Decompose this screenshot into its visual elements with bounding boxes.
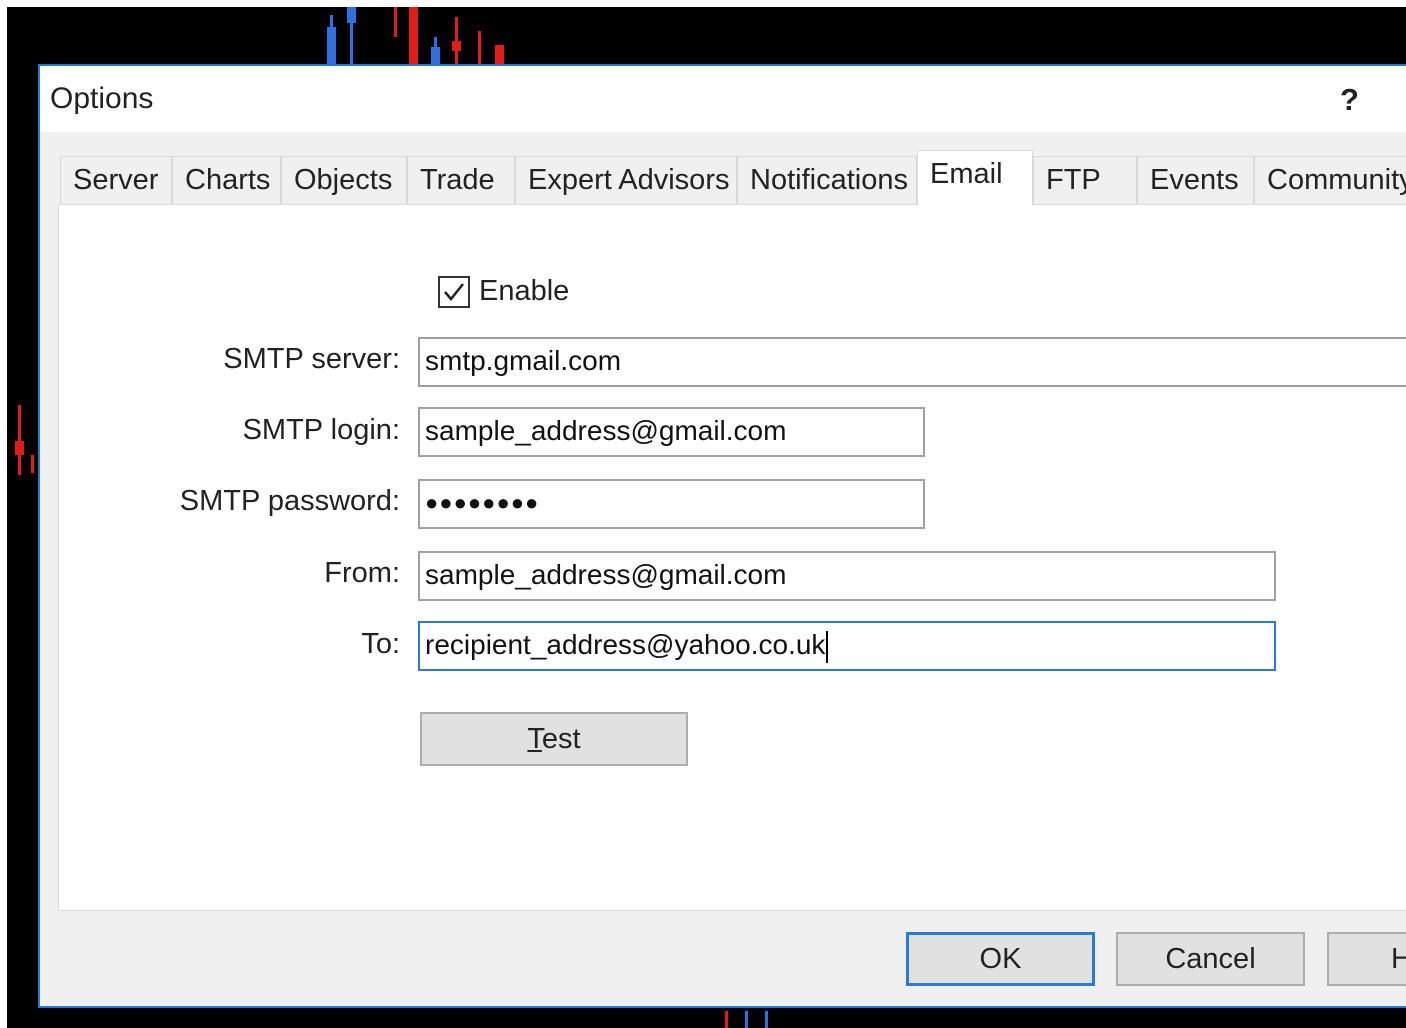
help-dialog-button[interactable]: H — [1327, 932, 1406, 986]
to-input[interactable]: recipient_address@yahoo.co.uk — [418, 621, 1276, 671]
tab-server[interactable]: Server — [60, 156, 172, 204]
smtp-server-label: SMTP server: — [223, 343, 400, 375]
options-dialog: Options ? Server Charts Objects Trade Ex… — [38, 64, 1406, 1008]
cancel-button[interactable]: Cancel — [1116, 932, 1305, 986]
tab-expert-advisors[interactable]: Expert Advisors — [515, 156, 737, 204]
tab-strip: Server Charts Objects Trade Expert Advis… — [60, 150, 1406, 206]
smtp-login-label: SMTP login: — [242, 414, 400, 446]
checkmark-icon — [444, 283, 464, 301]
test-mnemonic: T — [527, 723, 542, 755]
to-label: To: — [361, 628, 400, 660]
tab-trade[interactable]: Trade — [407, 156, 515, 204]
tab-events[interactable]: Events — [1137, 156, 1254, 204]
from-input[interactable]: sample_address@gmail.com — [418, 551, 1276, 601]
ok-button[interactable]: OK — [906, 932, 1095, 986]
test-label: est — [541, 723, 581, 755]
help-button[interactable]: ? — [1340, 82, 1359, 118]
tab-objects[interactable]: Objects — [281, 156, 407, 204]
smtp-password-label: SMTP password: — [179, 485, 400, 517]
tab-ftp[interactable]: FTP — [1033, 156, 1137, 204]
enable-checkbox[interactable] — [438, 276, 470, 308]
tab-community[interactable]: Community — [1254, 156, 1406, 204]
enable-label: Enable — [479, 275, 570, 307]
email-settings-panel: Enable SMTP server: smtp.gmail.com SMTP … — [58, 204, 1406, 911]
smtp-server-input[interactable]: smtp.gmail.com — [418, 337, 1406, 387]
title-bar: Options ? — [40, 66, 1406, 132]
smtp-password-input[interactable]: ●●●●●●●● — [418, 479, 925, 529]
to-input-value: recipient_address@yahoo.co.uk — [425, 629, 826, 660]
tab-email[interactable]: Email — [917, 150, 1033, 206]
from-label: From: — [324, 557, 400, 589]
text-caret — [826, 630, 829, 663]
test-button[interactable]: Test — [420, 712, 688, 766]
smtp-login-input[interactable]: sample_address@gmail.com — [418, 407, 925, 457]
tab-notifications[interactable]: Notifications — [737, 156, 917, 204]
dialog-title: Options — [50, 82, 154, 115]
tab-charts[interactable]: Charts — [172, 156, 281, 204]
